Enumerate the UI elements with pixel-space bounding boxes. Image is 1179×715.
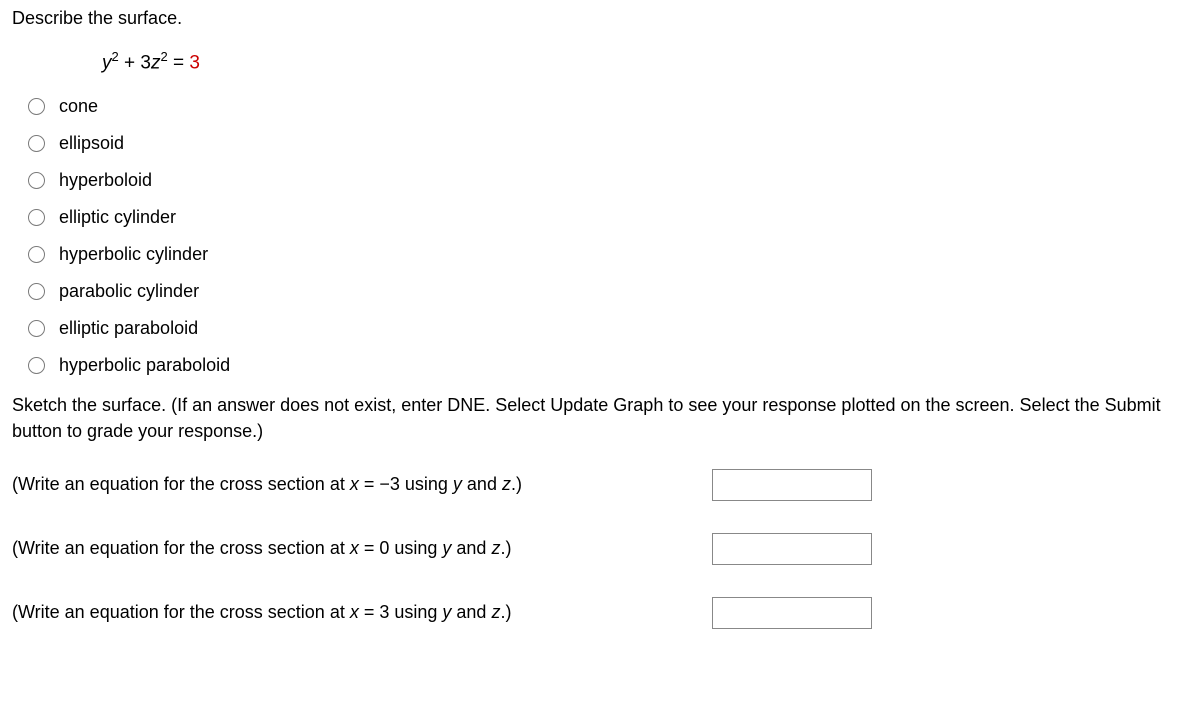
- radio-group: cone ellipsoid hyperboloid elliptic cylinde…: [28, 96, 1167, 376]
- radio-option-elliptic-cylinder[interactable]: elliptic cylinder: [28, 207, 1167, 228]
- cross-section-label: (Write an equation for the cross section…: [12, 602, 712, 623]
- radio-label: ellipsoid: [59, 133, 124, 154]
- cross-section-row-0: (Write an equation for the cross section…: [12, 469, 1167, 501]
- question-prompt: Describe the surface.: [12, 8, 1167, 29]
- radio-icon[interactable]: [28, 135, 45, 152]
- radio-option-cone[interactable]: cone: [28, 96, 1167, 117]
- radio-option-hyperbolic-cylinder[interactable]: hyperbolic cylinder: [28, 244, 1167, 265]
- cross-section-input-0[interactable]: [712, 469, 872, 501]
- cross-section-row-2: (Write an equation for the cross section…: [12, 597, 1167, 629]
- radio-icon[interactable]: [28, 283, 45, 300]
- cross-section-label: (Write an equation for the cross section…: [12, 538, 712, 559]
- radio-icon[interactable]: [28, 98, 45, 115]
- equation-display: y2 + 3z2 = 3: [102, 49, 1167, 74]
- radio-icon[interactable]: [28, 246, 45, 263]
- radio-icon[interactable]: [28, 172, 45, 189]
- cross-section-input-2[interactable]: [712, 597, 872, 629]
- radio-option-parabolic-cylinder[interactable]: parabolic cylinder: [28, 281, 1167, 302]
- radio-label: parabolic cylinder: [59, 281, 199, 302]
- radio-label: elliptic cylinder: [59, 207, 176, 228]
- radio-icon[interactable]: [28, 209, 45, 226]
- radio-icon[interactable]: [28, 320, 45, 337]
- radio-option-elliptic-paraboloid[interactable]: elliptic paraboloid: [28, 318, 1167, 339]
- cross-section-input-1[interactable]: [712, 533, 872, 565]
- radio-label: elliptic paraboloid: [59, 318, 198, 339]
- radio-label: hyperbolic cylinder: [59, 244, 208, 265]
- radio-icon[interactable]: [28, 357, 45, 374]
- cross-section-label: (Write an equation for the cross section…: [12, 474, 712, 495]
- radio-label: cone: [59, 96, 98, 117]
- cross-section-row-1: (Write an equation for the cross section…: [12, 533, 1167, 565]
- radio-option-hyperboloid[interactable]: hyperboloid: [28, 170, 1167, 191]
- radio-option-ellipsoid[interactable]: ellipsoid: [28, 133, 1167, 154]
- radio-label: hyperboloid: [59, 170, 152, 191]
- radio-option-hyperbolic-paraboloid[interactable]: hyperbolic paraboloid: [28, 355, 1167, 376]
- sketch-instruction: Sketch the surface. (If an answer does n…: [12, 392, 1167, 444]
- radio-label: hyperbolic paraboloid: [59, 355, 230, 376]
